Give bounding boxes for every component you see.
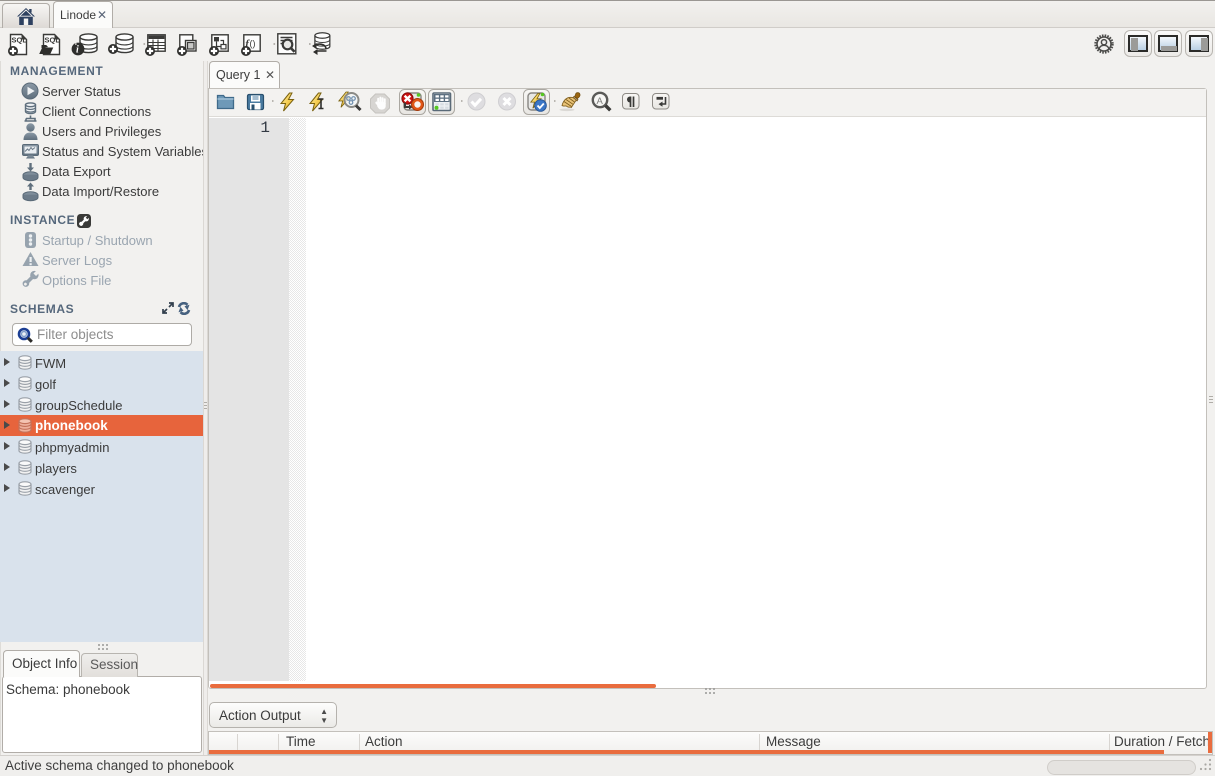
svg-text:A: A — [597, 96, 604, 107]
svg-text:i: i — [76, 45, 79, 56]
svg-text:(): () — [250, 39, 256, 49]
